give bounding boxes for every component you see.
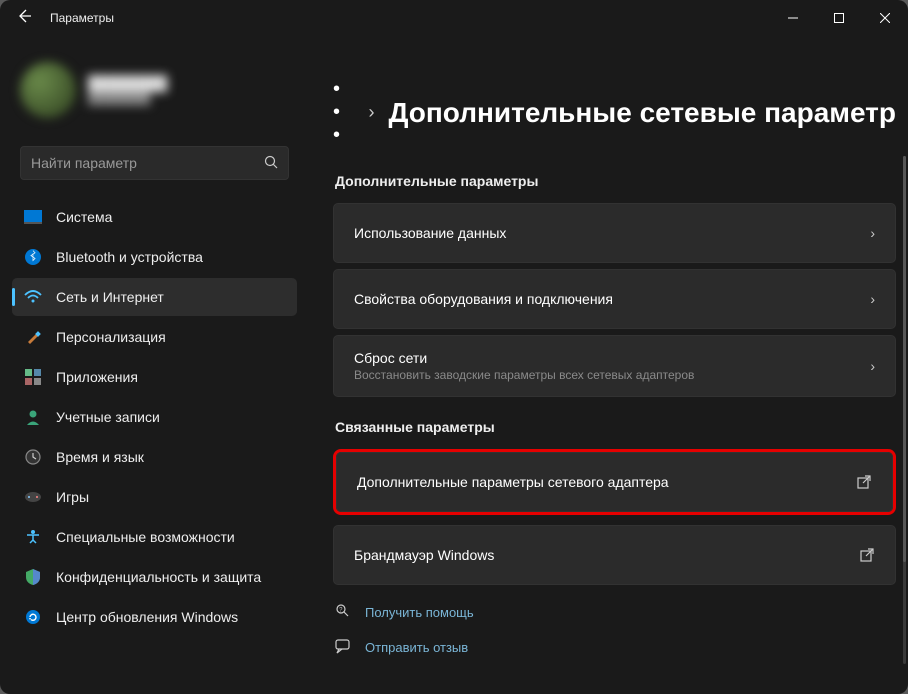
back-button[interactable]: [12, 4, 36, 33]
card-title: Дополнительные параметры сетевого адапте…: [357, 474, 669, 490]
nav-item-network[interactable]: Сеть и Интернет: [12, 278, 297, 316]
shield-icon: [24, 568, 42, 586]
nav-item-gaming[interactable]: Игры: [12, 478, 297, 516]
settings-window: Параметры ████████ ████████: [0, 0, 908, 694]
nav-label: Сеть и Интернет: [56, 289, 164, 305]
nav-label: Bluetooth и устройства: [56, 249, 203, 265]
scrollbar-thumb[interactable]: [903, 156, 906, 562]
profile-block[interactable]: ████████ ████████: [8, 44, 301, 136]
page-title: Дополнительные сетевые параметр: [388, 97, 896, 129]
chevron-right-icon: ›: [870, 225, 875, 241]
profile-name: ████████: [88, 75, 167, 91]
body: ████████ ████████ Система Bluetooth и ус…: [0, 36, 908, 694]
link-label: Получить помощь: [365, 605, 474, 620]
footer-links: ? Получить помощь Отправить отзыв: [333, 603, 896, 657]
search-input[interactable]: [31, 155, 264, 171]
person-icon: [24, 408, 42, 426]
search-box[interactable]: [20, 146, 289, 180]
nav-item-system[interactable]: Система: [12, 198, 297, 236]
nav-item-accessibility[interactable]: Специальные возможности: [12, 518, 297, 556]
external-link-icon: [859, 547, 875, 563]
window-controls: [770, 0, 908, 36]
nav-label: Система: [56, 209, 112, 225]
card-firewall[interactable]: Брандмауэр Windows: [333, 525, 896, 585]
card-title: Свойства оборудования и подключения: [354, 291, 613, 307]
nav-item-bluetooth[interactable]: Bluetooth и устройства: [12, 238, 297, 276]
profile-email: ████████: [88, 93, 167, 105]
nav-item-personalization[interactable]: Персонализация: [12, 318, 297, 356]
titlebar: Параметры: [0, 0, 908, 36]
highlight-annotation: Дополнительные параметры сетевого адапте…: [333, 449, 896, 515]
breadcrumb: • • • › Дополнительные сетевые параметр: [333, 78, 896, 147]
scrollbar[interactable]: [903, 156, 906, 664]
titlebar-left: Параметры: [12, 4, 114, 33]
nav-label: Специальные возможности: [56, 529, 235, 545]
profile-text: ████████ ████████: [88, 75, 167, 105]
nav-item-time-language[interactable]: Время и язык: [12, 438, 297, 476]
card-title: Сброс сети: [354, 350, 694, 366]
nav-item-apps[interactable]: Приложения: [12, 358, 297, 396]
nav-item-windows-update[interactable]: Центр обновления Windows: [12, 598, 297, 636]
avatar: [20, 62, 76, 118]
card-adapter-options[interactable]: Дополнительные параметры сетевого адапте…: [336, 452, 893, 512]
bluetooth-icon: [24, 248, 42, 266]
breadcrumb-more[interactable]: • • •: [333, 78, 354, 147]
main-content: • • • › Дополнительные сетевые параметр …: [305, 36, 908, 694]
update-icon: [24, 608, 42, 626]
search-icon: [264, 155, 278, 172]
section-head-related: Связанные параметры: [335, 419, 896, 435]
card-hardware-properties[interactable]: Свойства оборудования и подключения ›: [333, 269, 896, 329]
brush-icon: [24, 328, 42, 346]
feedback-icon: [335, 638, 351, 657]
sidebar: ████████ ████████ Система Bluetooth и ус…: [0, 36, 305, 694]
apps-icon: [24, 368, 42, 386]
card-data-usage[interactable]: Использование данных ›: [333, 203, 896, 263]
chevron-right-icon: ›: [870, 358, 875, 374]
nav-label: Приложения: [56, 369, 138, 385]
link-help[interactable]: ? Получить помощь: [333, 603, 896, 622]
nav-item-accounts[interactable]: Учетные записи: [12, 398, 297, 436]
card-title: Использование данных: [354, 225, 506, 241]
wifi-icon: [24, 288, 42, 306]
card-network-reset[interactable]: Сброс сети Восстановить заводские параме…: [333, 335, 896, 397]
nav-list: Система Bluetooth и устройства Сеть и Ин…: [8, 198, 301, 636]
gamepad-icon: [24, 488, 42, 506]
close-button[interactable]: [862, 0, 908, 36]
card-subtitle: Восстановить заводские параметры всех се…: [354, 368, 694, 382]
nav-label: Учетные записи: [56, 409, 160, 425]
system-icon: [24, 208, 42, 226]
help-icon: ?: [335, 603, 351, 622]
chevron-right-icon: ›: [870, 291, 875, 307]
nav-label: Центр обновления Windows: [56, 609, 238, 625]
clock-globe-icon: [24, 448, 42, 466]
chevron-right-icon: ›: [368, 102, 374, 123]
minimize-button[interactable]: [770, 0, 816, 36]
link-feedback[interactable]: Отправить отзыв: [333, 638, 896, 657]
card-title: Брандмауэр Windows: [354, 547, 494, 563]
link-label: Отправить отзыв: [365, 640, 468, 655]
window-title: Параметры: [50, 11, 114, 25]
nav-label: Игры: [56, 489, 89, 505]
accessibility-icon: [24, 528, 42, 546]
nav-item-privacy[interactable]: Конфиденциальность и защита: [12, 558, 297, 596]
external-link-icon: [856, 474, 872, 490]
section-head-additional: Дополнительные параметры: [335, 173, 896, 189]
nav-label: Конфиденциальность и защита: [56, 569, 261, 585]
nav-label: Персонализация: [56, 329, 166, 345]
maximize-button[interactable]: [816, 0, 862, 36]
nav-label: Время и язык: [56, 449, 144, 465]
